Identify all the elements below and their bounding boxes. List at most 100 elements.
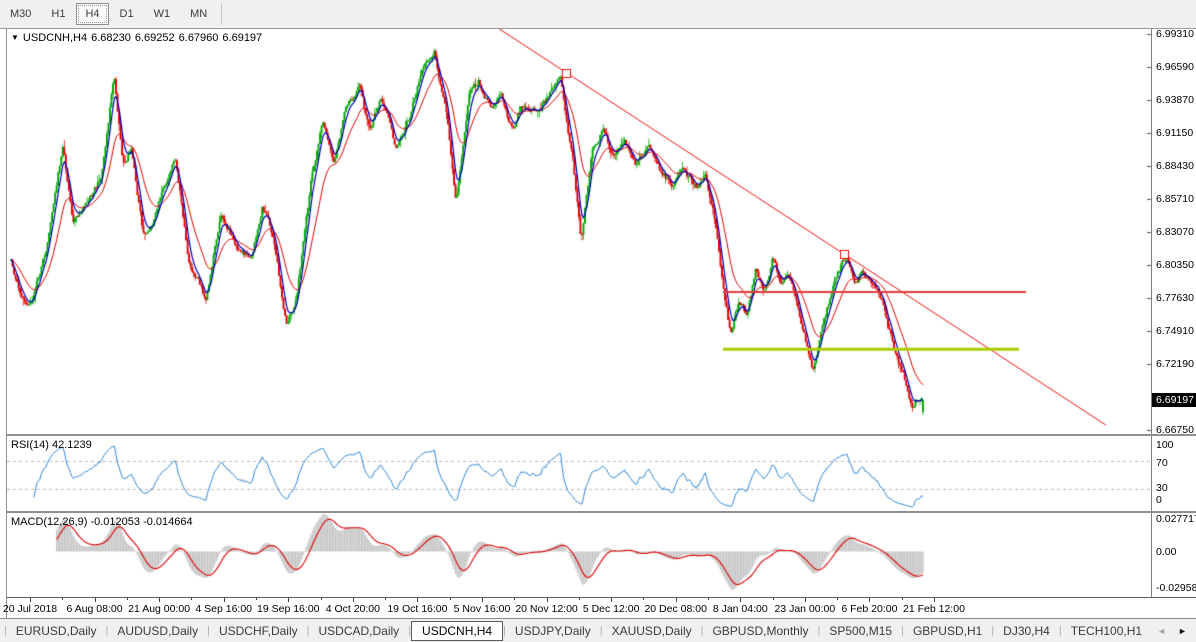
price-axis-label: 6.93870	[1156, 95, 1194, 106]
macd-label: MACD(12,26,9) -0.012053 -0.014664	[11, 516, 193, 528]
time-axis-tick	[191, 598, 192, 600]
symbol-tab-tech100[interactable]: TECH100,H1	[1062, 622, 1151, 640]
time-axis-tick	[547, 598, 548, 602]
symbol-tab-gbpusd[interactable]: GBPUSD,H1	[904, 622, 991, 640]
macd-axis[interactable]: 0.0277170.00-0.029582	[1151, 513, 1196, 597]
time-axis-tick	[805, 598, 806, 602]
time-axis-label: 21 Feb 12:00	[903, 603, 965, 615]
symbol-dropdown-icon[interactable]: ▼	[11, 33, 19, 42]
tab-scrollers: ◄►	[1151, 626, 1196, 636]
rsi-canvas[interactable]	[7, 436, 1151, 511]
timeframe-toolbar: M30H1H4D1W1MN	[0, 0, 1196, 29]
time-axis-tick	[450, 598, 451, 600]
time-axis-label: 4 Sep 16:00	[195, 603, 252, 615]
price-axis-label: 6.80350	[1156, 260, 1194, 271]
price-axis-label: 6.96590	[1156, 62, 1194, 73]
trading-terminal-window: M30H1H4D1W1MN ▼ USDCNH,H4 6.68230 6.69252 6.…	[0, 0, 1196, 642]
macd-indicator-panel: MACD(12,26,9) -0.012053 -0.014664 0.0277…	[7, 513, 1196, 597]
symbol-tab-bar: |EURUSD,Daily|AUDUSD,Daily|USDCHF,Daily|…	[0, 618, 1196, 642]
symbol-tab-sp500[interactable]: SP500,M15	[820, 622, 901, 640]
time-axis-tick	[482, 598, 483, 602]
price-axis-label: 6.72190	[1156, 359, 1194, 370]
price-axis-label: 6.99310	[1156, 29, 1194, 40]
chart-title: ▼ USDCNH,H4 6.68230 6.69252 6.679606.69197	[11, 32, 266, 44]
indicator-axis-label: 100	[1156, 440, 1174, 451]
time-axis-label: 20 Jul 2018	[3, 603, 57, 615]
price-chart-canvas[interactable]	[7, 29, 1151, 434]
toolbar-separator	[221, 3, 222, 25]
time-axis-tick	[579, 598, 580, 600]
timeframe-tab-h1[interactable]: H1	[42, 3, 74, 25]
price-axis-label: 6.88430	[1156, 161, 1194, 172]
time-axis-label: 20 Nov 12:00	[515, 603, 577, 615]
timeframe-tab-d1[interactable]: D1	[111, 3, 143, 25]
timeframe-tab-w1[interactable]: W1	[145, 3, 180, 25]
symbol-tab-usdjpy[interactable]: USDJPY,Daily	[506, 622, 600, 640]
time-axis-label: 20 Dec 08:00	[644, 603, 706, 615]
ohlc-high: 6.69252	[135, 32, 175, 44]
time-axis-tick	[869, 598, 870, 602]
rsi-label: RSI(14) 42.1239	[11, 439, 92, 451]
ohlc-close: 6.69197	[222, 32, 262, 44]
indicator-axis-label: 0.027717	[1156, 514, 1196, 525]
time-axis-label: 23 Jan 00:00	[774, 603, 835, 615]
time-axis-label: 5 Nov 16:00	[454, 603, 511, 615]
price-axis-label: 6.85710	[1156, 194, 1194, 205]
time-axis-label: 4 Oct 20:00	[326, 603, 380, 615]
scroll-right-icon[interactable]: ►	[1172, 626, 1193, 636]
time-axis-tick	[643, 598, 644, 600]
timeframe-tab-m30[interactable]: M30	[1, 3, 40, 25]
time-axis-tick	[30, 598, 31, 602]
time-axis-tick	[321, 598, 322, 600]
timeframe-tab-h4[interactable]: H4	[76, 3, 108, 25]
time-axis-tick	[385, 598, 386, 600]
symbol-tab-usdchf[interactable]: USDCHF,Daily	[210, 622, 307, 640]
indicator-axis-label: 30	[1156, 483, 1168, 494]
symbol-tab-usdcad[interactable]: USDCAD,Daily	[310, 622, 409, 640]
ohlc-low: 6.67960	[179, 32, 219, 44]
time-axis-label: 6 Feb 20:00	[841, 603, 897, 615]
time-axis-tick	[417, 598, 418, 602]
time-axis-label: 6 Aug 08:00	[67, 603, 123, 615]
price-axis-label: 6.77630	[1156, 293, 1194, 304]
scroll-left-icon[interactable]: ◄	[1151, 626, 1172, 636]
time-axis-tick	[288, 598, 289, 602]
time-axis-tick	[934, 598, 935, 602]
time-axis-tick	[224, 598, 225, 602]
ohlc-open: 6.68230	[91, 32, 131, 44]
time-axis-label: 19 Sep 16:00	[257, 603, 319, 615]
price-axis-label: 6.74910	[1156, 326, 1194, 337]
time-axis-label: 19 Oct 16:00	[387, 603, 447, 615]
indicator-axis-label: -0.029582	[1156, 583, 1196, 594]
price-axis[interactable]: 6.99310 6.96590 6.93870 6.91150 6.88430 6.857…	[1151, 29, 1196, 434]
time-axis-tick	[62, 598, 63, 600]
time-axis-tick	[837, 598, 838, 600]
time-axis-label: 8 Jan 04:00	[713, 603, 768, 615]
price-chart-panel: ▼USDCNH,H46.682306.692526.679606.69197 6…	[7, 29, 1196, 434]
current-price-badge: 6.69197	[1152, 393, 1196, 407]
symbol-tab-eurusd[interactable]: EURUSD,Daily	[7, 622, 106, 640]
rsi-axis[interactable]: 10070300	[1151, 436, 1196, 511]
time-axis-label: 5 Dec 12:00	[583, 603, 640, 615]
symbol-tab-xauusd[interactable]: XAUUSD,Daily	[603, 622, 701, 640]
timeframe-tab-mn[interactable]: MN	[181, 3, 216, 25]
time-axis-tick	[773, 598, 774, 600]
chart-symbol-label: USDCNH,H4	[23, 32, 87, 44]
time-axis-tick	[676, 598, 677, 602]
time-axis-tick	[159, 598, 160, 602]
time-axis-tick	[740, 598, 741, 602]
symbol-tab-dj30[interactable]: DJ30,H4	[994, 622, 1059, 640]
time-axis-tick	[708, 598, 709, 600]
time-axis-tick	[902, 598, 903, 600]
time-axis-tick	[353, 598, 354, 602]
price-axis-label: 6.91150	[1156, 128, 1193, 139]
indicator-axis-label: 70	[1156, 458, 1168, 469]
symbol-tab-usdcnh[interactable]: USDCNH,H4	[411, 621, 503, 641]
time-axis-tick	[256, 598, 257, 600]
chart-window: ▼USDCNH,H46.682306.692526.679606.69197 6…	[6, 29, 1196, 618]
symbol-tab-audusd[interactable]: AUDUSD,Daily	[108, 622, 207, 640]
time-axis[interactable]: 20 Jul 20186 Aug 08:0021 Aug 00:004 Sep …	[7, 597, 1196, 619]
time-axis-tick	[611, 598, 612, 602]
time-axis-label: 21 Aug 00:00	[128, 603, 190, 615]
symbol-tab-gbpusd[interactable]: GBPUSD,Monthly	[703, 622, 817, 640]
